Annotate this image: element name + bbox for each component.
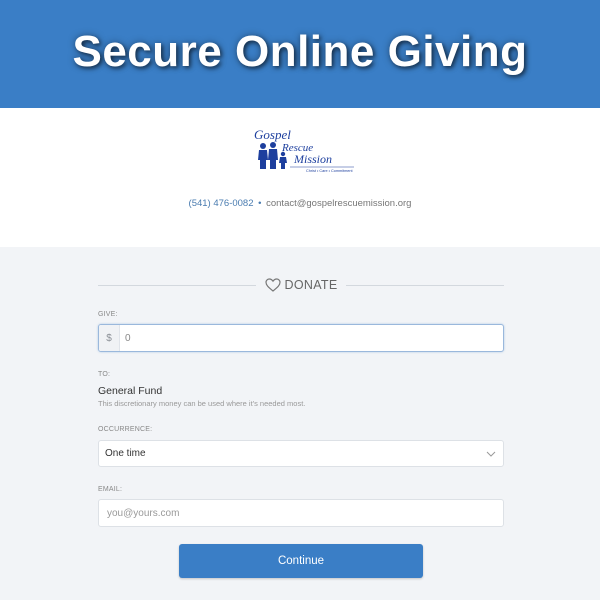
svg-text:Mission: Mission: [293, 152, 332, 166]
contact-email[interactable]: contact@gospelrescuemission.org: [266, 198, 411, 209]
give-label: GIVE:: [98, 311, 118, 318]
svg-text:Christ • Care • Commitment: Christ • Care • Commitment: [306, 169, 353, 173]
donate-label: DONATE: [284, 278, 338, 292]
fund-name: General Fund: [98, 385, 163, 397]
fund-description: This discretionary money can be used whe…: [98, 399, 306, 408]
donate-heading: DONATE: [98, 276, 504, 294]
phone-number[interactable]: (541) 476-0082: [189, 198, 254, 209]
organization-logo: Gospel Rescue Mission Christ • Care • Co…: [254, 127, 354, 173]
occurrence-selected-value: One time: [105, 448, 146, 459]
chevron-down-icon: [486, 451, 496, 457]
banner-title: Secure Online Giving: [72, 27, 528, 76]
to-label: TO:: [98, 371, 111, 378]
give-amount-input[interactable]: 0: [120, 325, 503, 351]
contact-separator: •: [258, 198, 262, 209]
email-label: EMAIL:: [98, 486, 123, 493]
divider: [346, 284, 504, 286]
occurrence-label: OCCURRENCE:: [98, 426, 153, 433]
heart-icon: [264, 278, 281, 292]
divider: [98, 284, 256, 286]
email-field[interactable]: [98, 499, 504, 527]
organization-header: Gospel Rescue Mission Christ • Care • Co…: [0, 108, 600, 247]
contact-line: (541) 476-0082 • contact@gospelrescuemis…: [0, 198, 600, 209]
give-amount-field[interactable]: $ 0: [98, 324, 504, 352]
continue-button[interactable]: Continue: [179, 544, 423, 578]
svg-text:Gospel: Gospel: [254, 127, 291, 142]
currency-symbol: $: [99, 325, 120, 351]
banner: Secure Online Giving: [0, 0, 600, 108]
occurrence-select[interactable]: One time: [98, 440, 504, 467]
